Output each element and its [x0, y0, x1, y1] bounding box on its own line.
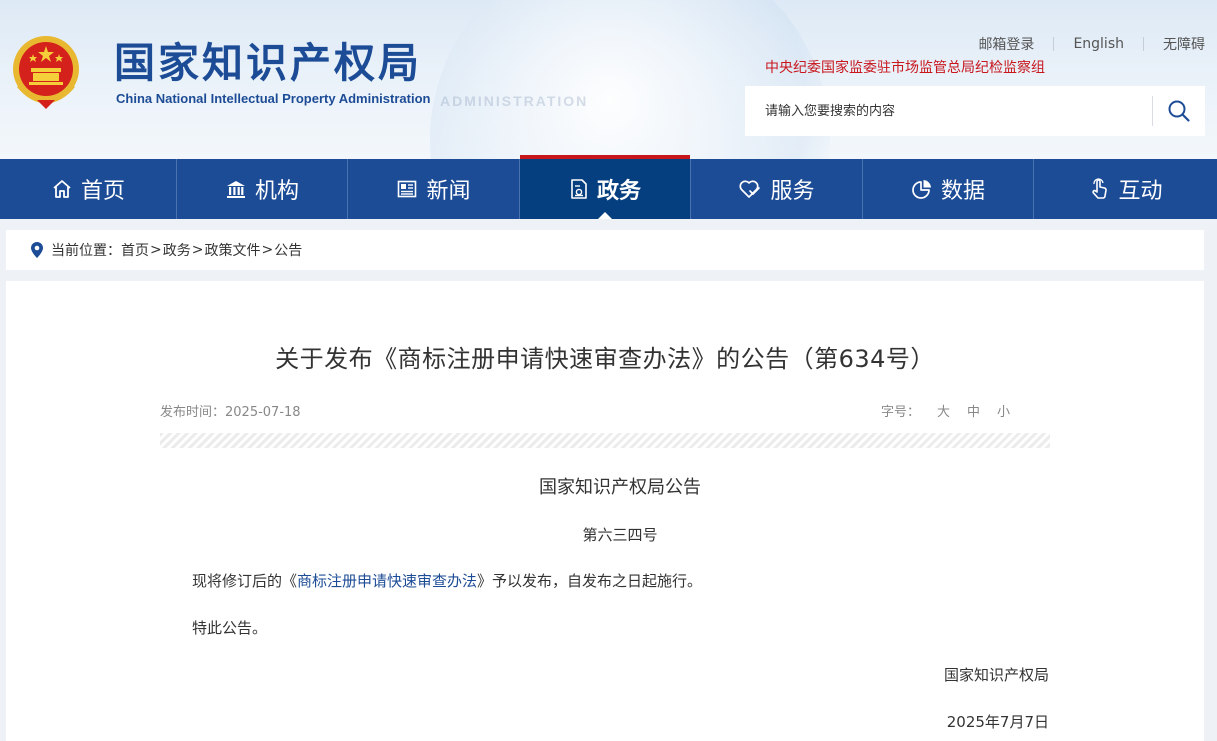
- nav-item-news[interactable]: 新闻: [348, 159, 520, 219]
- main-nav: 首页 机构 新闻 政务 服务 数据 互动: [0, 155, 1217, 219]
- paragraph-text: 现将修订后的《: [192, 572, 298, 590]
- font-size-large-button[interactable]: 大: [937, 401, 950, 420]
- nav-item-label: 新闻: [426, 179, 471, 204]
- breadcrumb-home[interactable]: 首页: [121, 240, 149, 260]
- site-title-chinese[interactable]: 国家知识产权局: [114, 38, 422, 88]
- header-watermark: ADMINISTRATION: [440, 93, 589, 109]
- regulation-link[interactable]: 商标注册申请快速审查办法: [297, 572, 477, 590]
- breadcrumb-separator: >: [150, 242, 162, 258]
- pointer-hand-icon: [1088, 178, 1110, 200]
- article-title: 关于发布《商标注册申请快速审查办法》的公告（第634号）: [275, 345, 935, 373]
- mail-login-link[interactable]: 邮箱登录: [959, 34, 1053, 54]
- article-paragraph: 现将修订后的《商标注册申请快速审查办法》予以发布，自发布之日起施行。: [192, 570, 702, 591]
- hatched-divider: [160, 433, 1050, 448]
- site-header: ADMINISTRATION 国家知识产权局 China National In…: [0, 0, 1217, 159]
- nav-item-label: 政务: [596, 179, 641, 204]
- font-size-small-button[interactable]: 小: [997, 401, 1010, 420]
- search-box: [745, 86, 1205, 136]
- nav-item-label: 首页: [80, 179, 125, 204]
- publish-date-label: 发布时间：: [160, 405, 226, 420]
- nav-item-organization[interactable]: 机构: [177, 159, 348, 219]
- font-size-label: 字号：: [880, 405, 920, 420]
- nav-item-services[interactable]: 服务: [691, 159, 863, 219]
- search-button[interactable]: [1153, 86, 1205, 136]
- publish-date-value: 2025-07-18: [225, 405, 301, 420]
- nav-item-data[interactable]: 数据: [863, 159, 1034, 219]
- publish-date: 发布时间：2025-07-18: [160, 401, 301, 420]
- paragraph-text: 》予以发布，自发布之日起施行。: [477, 572, 703, 590]
- font-size-medium-button[interactable]: 中: [967, 401, 980, 420]
- signature-issuer: 国家知识产权局: [943, 666, 1049, 684]
- nav-item-label: 机构: [254, 179, 299, 204]
- building-icon: [225, 178, 247, 200]
- site-title-english[interactable]: China National Intellectual Property Adm…: [116, 91, 430, 106]
- nav-item-label: 服务: [770, 179, 815, 204]
- article-panel: 关于发布《商标注册申请快速审查办法》的公告（第634号） 发布时间：2025-0…: [6, 281, 1204, 741]
- nav-item-home[interactable]: 首页: [0, 159, 177, 219]
- nav-item-interaction[interactable]: 互动: [1034, 159, 1217, 219]
- document-icon: [569, 178, 589, 200]
- nav-item-label: 数据: [940, 179, 985, 204]
- signature-date: 2025年7月7日: [946, 713, 1049, 731]
- breadcrumb-government-affairs[interactable]: 政务: [163, 240, 191, 260]
- national-emblem-icon[interactable]: [9, 32, 83, 110]
- breadcrumb-prefix: 当前位置：: [51, 243, 121, 259]
- nav-item-label: 互动: [1118, 179, 1163, 204]
- english-link[interactable]: English: [1054, 36, 1143, 52]
- search-input[interactable]: [745, 86, 1152, 136]
- search-icon: [1168, 100, 1190, 122]
- font-size-switcher: 字号： 大 中 小: [881, 401, 1010, 420]
- heart-hand-icon: [738, 178, 762, 200]
- location-pin-icon: [30, 241, 44, 259]
- discipline-inspection-link[interactable]: 中央纪委国家监委驻市场监管总局纪检监察组: [765, 57, 1045, 77]
- breadcrumb-policy-documents[interactable]: 政策文件: [204, 240, 260, 260]
- nav-item-government-affairs[interactable]: 政务: [520, 155, 691, 219]
- document-issuer-heading: 国家知识产权局公告: [539, 477, 701, 498]
- pie-chart-icon: [911, 178, 933, 200]
- article-paragraph: 特此公告。: [192, 619, 268, 637]
- breadcrumb-separator: >: [261, 242, 274, 258]
- document-number: 第六三四号: [582, 526, 658, 544]
- breadcrumb-separator: >: [191, 242, 204, 258]
- breadcrumb: 当前位置： 首页 > 政务 > 政策文件 > 公告: [6, 230, 1204, 270]
- accessibility-link[interactable]: 无障碍: [1144, 34, 1205, 54]
- newspaper-icon: [396, 178, 418, 200]
- home-icon: [51, 178, 73, 200]
- breadcrumb-announcements[interactable]: 公告: [274, 240, 302, 260]
- top-links: 邮箱登录 English 无障碍: [959, 34, 1205, 54]
